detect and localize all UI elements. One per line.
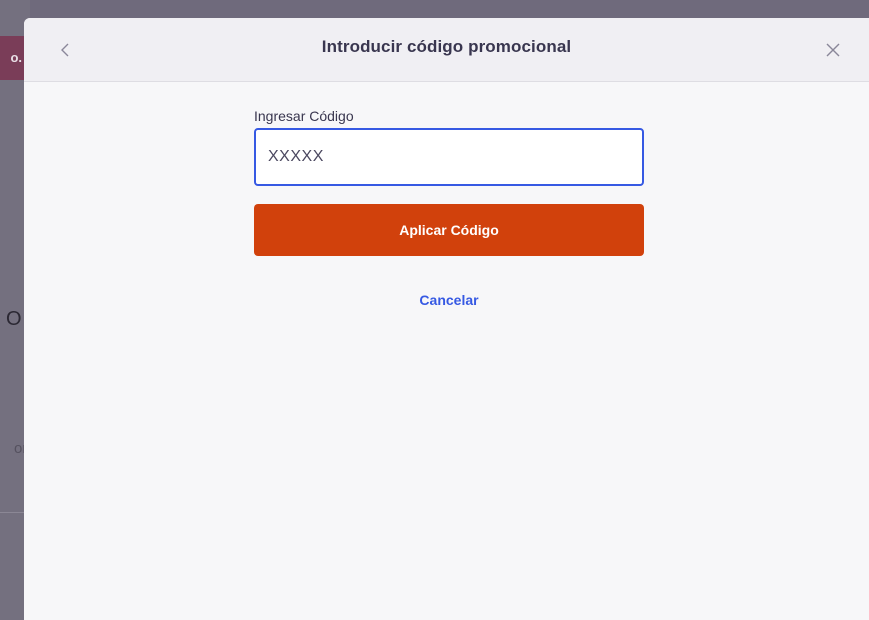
modal-header: Introducir código promocional [24,18,869,82]
promo-code-modal: Introducir código promocional Ingresar C… [24,18,869,620]
cancel-link[interactable]: Cancelar [254,292,644,308]
apply-code-button[interactable]: Aplicar Código [254,204,644,256]
promo-code-form: Ingresar Código Aplicar Código Cancelar [254,108,644,308]
promo-code-input[interactable] [254,128,644,186]
close-icon [826,43,840,57]
close-button[interactable] [821,38,845,62]
modal-title: Introducir código promocional [321,37,572,56]
background-heading-fragment: O [6,308,22,330]
background-divider [0,512,24,513]
background-tab: o. [0,36,24,80]
promo-code-label: Ingresar Código [254,108,354,124]
